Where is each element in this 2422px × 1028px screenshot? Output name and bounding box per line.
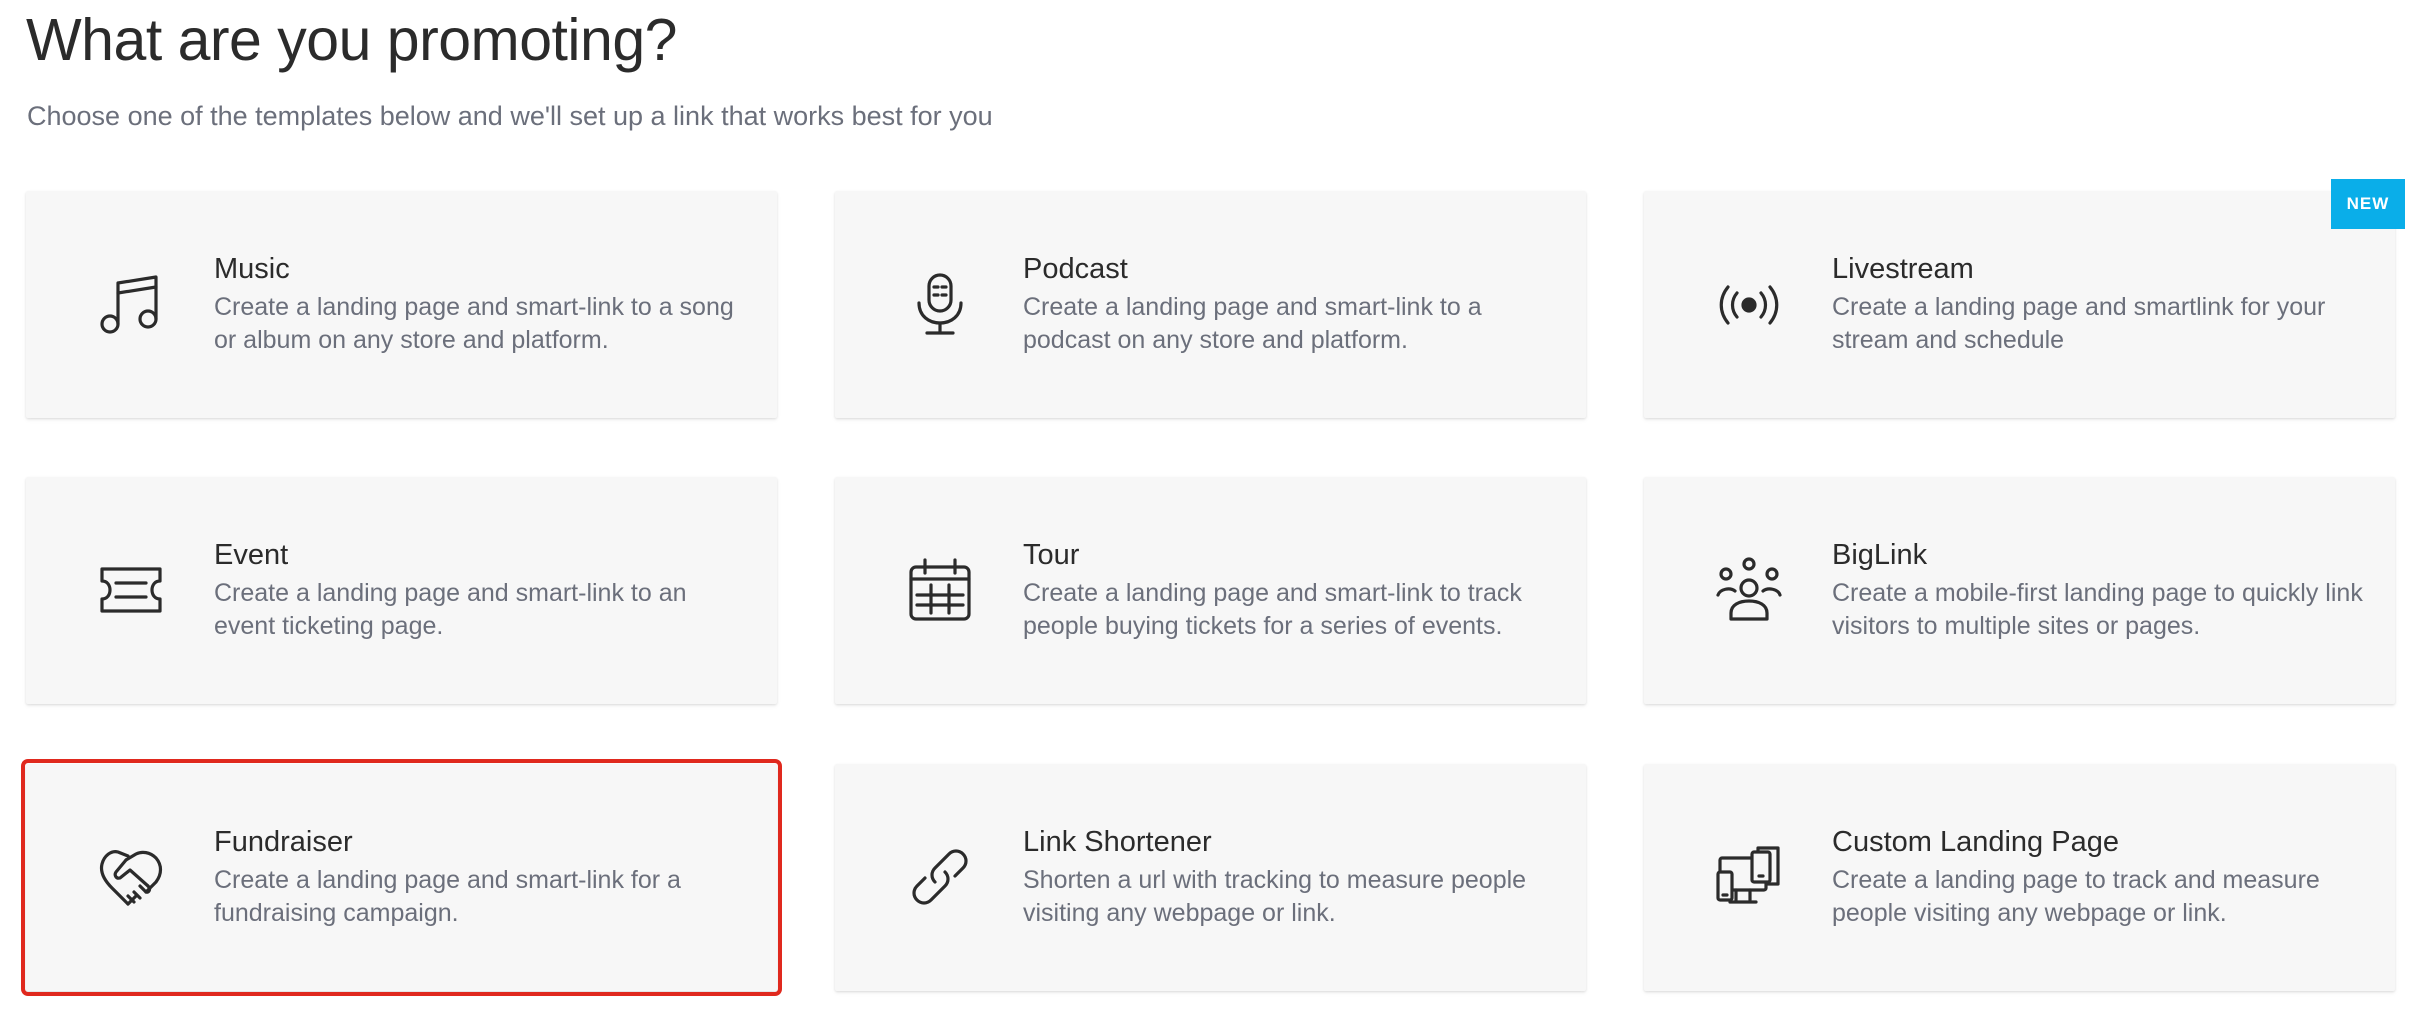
template-card-fundraiser[interactable]: Fundraiser Create a landing page and sma… xyxy=(21,759,782,996)
card-description: Create a landing page and smart-link to … xyxy=(214,579,687,640)
card-description: Shorten a url with tracking to measure p… xyxy=(1023,866,1527,927)
page-subtitle: Choose one of the templates below and we… xyxy=(27,101,993,131)
card-title: Event xyxy=(214,539,289,571)
microphone-icon xyxy=(905,269,975,339)
broadcast-icon xyxy=(1714,269,1784,339)
template-card-custom-landing-page[interactable]: Custom Landing Page Create a landing pag… xyxy=(1644,764,2395,991)
devices-icon xyxy=(1714,842,1784,912)
card-description: Create a landing page and smart-link for… xyxy=(214,866,681,927)
card-title: Custom Landing Page xyxy=(1832,826,2119,858)
template-card-podcast[interactable]: Podcast Create a landing page and smart-… xyxy=(835,191,1586,418)
template-card-link-shortener[interactable]: Link Shortener Shorten a url with tracki… xyxy=(835,764,1586,991)
chain-link-icon xyxy=(905,842,975,912)
people-group-icon xyxy=(1714,555,1784,625)
card-description: Create a landing page and smart-link to … xyxy=(1023,293,1482,354)
template-card-music[interactable]: Music Create a landing page and smart-li… xyxy=(26,191,777,418)
ticket-icon xyxy=(96,555,166,625)
template-card-livestream[interactable]: Livestream Create a landing page and sma… xyxy=(1644,179,2405,418)
card-description: Create a landing page and smart-link to … xyxy=(214,293,734,354)
card-description: Create a landing page and smartlink for … xyxy=(1832,293,2326,354)
calendar-icon xyxy=(905,555,975,625)
handshake-icon xyxy=(96,842,166,912)
card-title: BigLink xyxy=(1832,539,1928,571)
card-title: Music xyxy=(214,253,290,285)
card-description: Create a landing page and smart-link to … xyxy=(1023,579,1522,640)
card-title: Link Shortener xyxy=(1023,826,1212,858)
music-note-icon xyxy=(96,269,166,339)
template-card-biglink[interactable]: BigLink Create a mobile-first landing pa… xyxy=(1644,477,2395,704)
card-description: Create a landing page to track and measu… xyxy=(1832,866,2320,927)
card-title: Podcast xyxy=(1023,253,1128,285)
card-title: Livestream xyxy=(1832,253,1974,285)
template-card-tour[interactable]: Tour Create a landing page and smart-lin… xyxy=(835,477,1586,704)
template-card-event[interactable]: Event Create a landing page and smart-li… xyxy=(26,477,777,704)
new-badge: NEW xyxy=(2331,179,2405,229)
card-description: Create a mobile-first landing page to qu… xyxy=(1832,579,2363,640)
page-title: What are you promoting? xyxy=(26,7,677,73)
card-title: Tour xyxy=(1023,539,1080,571)
card-title: Fundraiser xyxy=(214,826,353,858)
